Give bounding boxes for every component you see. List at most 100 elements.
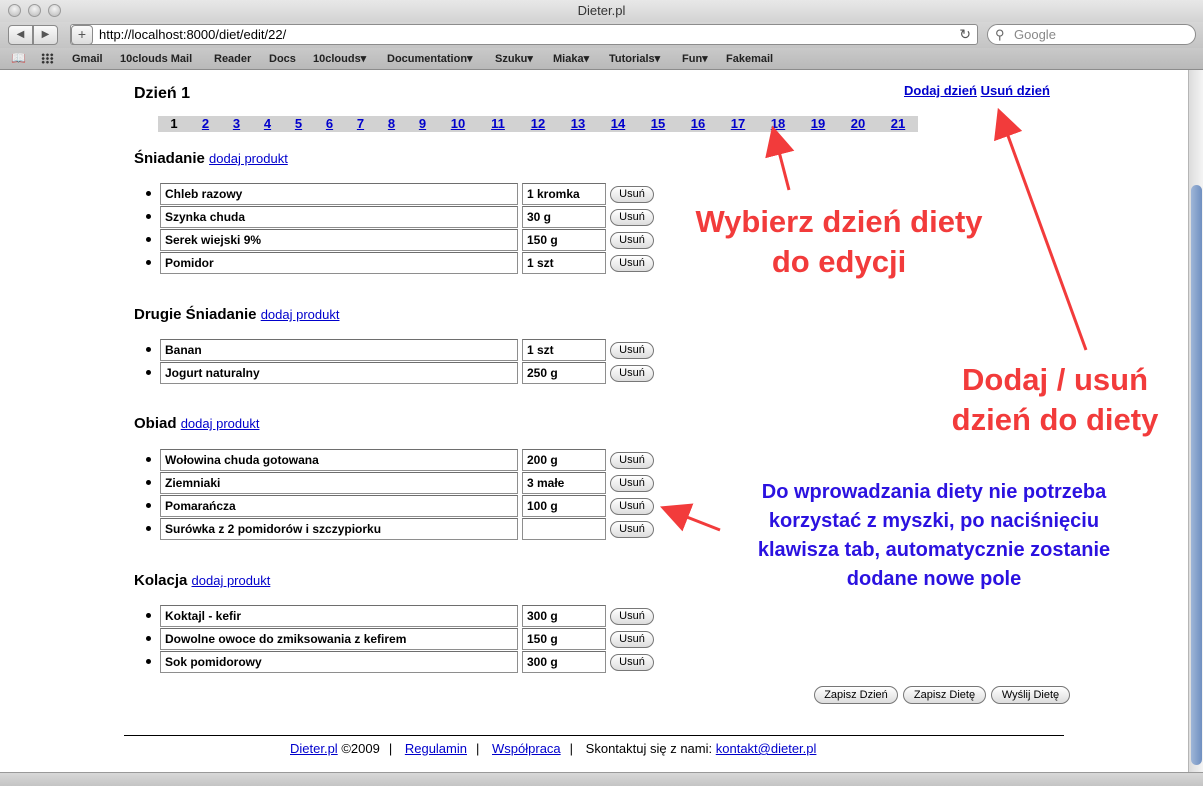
bookmark-item[interactable]: Gmail [72, 51, 103, 67]
footer-terms-link[interactable]: Regulamin [405, 741, 467, 756]
remove-product-button[interactable]: Usuń [610, 654, 654, 671]
add-product-link[interactable]: dodaj produkt [181, 416, 260, 431]
day-tab-19[interactable]: 19 [798, 116, 838, 132]
product-field[interactable]: Koktajl - kefir [160, 605, 518, 627]
product-field[interactable]: Sok pomidorowy [160, 651, 518, 673]
remove-product-button[interactable]: Usuń [610, 475, 654, 492]
save-day-button[interactable]: Zapisz Dzień [814, 686, 898, 704]
footer-contact-email-link[interactable]: kontakt@dieter.pl [716, 741, 817, 756]
add-bookmark-button[interactable]: + [71, 25, 93, 45]
day-tab-20[interactable]: 20 [838, 116, 878, 132]
back-arrow-icon: ◀ [16, 29, 25, 40]
day-tab-3[interactable]: 3 [221, 116, 252, 132]
quantity-field[interactable]: 300 g [522, 605, 606, 627]
product-field[interactable]: Wołowina chuda gotowana [160, 449, 518, 471]
day-tab-7[interactable]: 7 [345, 116, 376, 132]
day-tab-18[interactable]: 18 [758, 116, 798, 132]
quantity-field[interactable]: 250 g [522, 362, 606, 384]
bookmark-item[interactable]: Reader [214, 51, 251, 67]
add-product-link[interactable]: dodaj produkt [192, 573, 271, 588]
minimize-window-button[interactable] [28, 4, 41, 17]
quantity-field[interactable]: 300 g [522, 651, 606, 673]
add-product-link[interactable]: dodaj produkt [209, 151, 288, 166]
footer-site-link[interactable]: Dieter.pl [290, 741, 338, 756]
bookmark-item[interactable]: Fun▾ [682, 51, 708, 67]
day-tab-21[interactable]: 21 [878, 116, 918, 132]
save-diet-button[interactable]: Zapisz Dietę [903, 686, 986, 704]
add-day-link[interactable]: Dodaj dzień [904, 83, 977, 98]
back-button[interactable]: ◀ [8, 25, 33, 45]
remove-product-button[interactable]: Usuń [610, 186, 654, 203]
day-tab-5[interactable]: 5 [283, 116, 314, 132]
close-window-button[interactable] [8, 4, 21, 17]
bookmark-item[interactable]: Documentation▾ [387, 51, 473, 67]
add-product-link[interactable]: dodaj produkt [261, 307, 340, 322]
bookmark-item[interactable]: Tutorials▾ [609, 51, 660, 67]
remove-product-button[interactable]: Usuń [610, 255, 654, 272]
address-bar[interactable]: http://localhost:8000/diet/edit/22/ ↻ [70, 24, 978, 45]
product-field[interactable]: Pomidor [160, 252, 518, 274]
day-tab-11[interactable]: 11 [478, 116, 518, 132]
remove-product-button[interactable]: Usuń [610, 209, 654, 226]
bookmark-item[interactable]: 10clouds Mail [120, 51, 192, 67]
day-tab-16[interactable]: 16 [678, 116, 718, 132]
top-sites-grid-icon[interactable] [41, 53, 54, 64]
day-tab-9[interactable]: 9 [407, 116, 438, 132]
product-field[interactable]: Serek wiejski 9% [160, 229, 518, 251]
product-field[interactable]: Ziemniaki [160, 472, 518, 494]
browser-toolbar: ◀ ▶ http://localhost:8000/diet/edit/22/ … [0, 22, 1203, 48]
scrollbar-thumb[interactable] [1191, 185, 1202, 765]
quantity-field[interactable]: 1 kromka [522, 183, 606, 205]
day-tab-8[interactable]: 8 [376, 116, 407, 132]
send-diet-button[interactable]: Wyślij Dietę [991, 686, 1070, 704]
bookmark-item[interactable]: Fakemail [726, 51, 773, 67]
search-field[interactable]: ⚲ Google [987, 24, 1196, 45]
bookmark-item[interactable]: Szuku▾ [495, 51, 533, 67]
day-tab-10[interactable]: 10 [438, 116, 478, 132]
quantity-field[interactable]: 1 szt [522, 339, 606, 361]
quantity-field[interactable]: 1 szt [522, 252, 606, 274]
product-field[interactable]: Jogurt naturalny [160, 362, 518, 384]
remove-product-button[interactable]: Usuń [610, 342, 654, 359]
product-field[interactable]: Chleb razowy [160, 183, 518, 205]
forward-button[interactable]: ▶ [33, 25, 58, 45]
remove-day-link[interactable]: Usuń dzień [981, 83, 1050, 98]
day-tab-2[interactable]: 2 [190, 116, 221, 132]
product-field[interactable]: Dowolne owoce do zmiksowania z kefirem [160, 628, 518, 650]
bookmark-item[interactable]: Docs [269, 51, 296, 67]
day-tab-12[interactable]: 12 [518, 116, 558, 132]
day-tab-4[interactable]: 4 [252, 116, 283, 132]
remove-product-button[interactable]: Usuń [610, 498, 654, 515]
quantity-field[interactable]: 150 g [522, 229, 606, 251]
bookmark-item[interactable]: Miaka▾ [553, 51, 589, 67]
product-field[interactable]: Szynka chuda [160, 206, 518, 228]
remove-product-button[interactable]: Usuń [610, 521, 654, 538]
footer-cooperation-link[interactable]: Współpraca [492, 741, 561, 756]
day-tab-13[interactable]: 13 [558, 116, 598, 132]
reload-icon[interactable]: ↻ [959, 25, 971, 44]
day-tab-17[interactable]: 17 [718, 116, 758, 132]
arrow-to-day-tabs [765, 125, 795, 191]
day-tab-14[interactable]: 14 [598, 116, 638, 132]
day-tab-6[interactable]: 6 [314, 116, 345, 132]
zoom-window-button[interactable] [48, 4, 61, 17]
vertical-scrollbar[interactable] [1188, 70, 1203, 772]
quantity-field[interactable]: 30 g [522, 206, 606, 228]
book-icon[interactable]: 📖 [11, 51, 26, 65]
product-field[interactable]: Surówka z 2 pomidorów i szczypiorku [160, 518, 518, 540]
remove-product-button[interactable]: Usuń [610, 365, 654, 382]
product-field[interactable]: Pomarańcza [160, 495, 518, 517]
annotation-line: korzystać z myszki, po naciśnięciu [768, 510, 1100, 532]
product-field[interactable]: Banan [160, 339, 518, 361]
quantity-field[interactable]: 200 g [522, 449, 606, 471]
remove-product-button[interactable]: Usuń [610, 232, 654, 249]
quantity-field[interactable]: 150 g [522, 628, 606, 650]
quantity-field[interactable] [522, 518, 606, 540]
remove-product-button[interactable]: Usuń [610, 608, 654, 625]
bookmark-item[interactable]: 10clouds▾ [313, 51, 366, 67]
remove-product-button[interactable]: Usuń [610, 631, 654, 648]
day-tab-15[interactable]: 15 [638, 116, 678, 132]
quantity-field[interactable]: 100 g [522, 495, 606, 517]
quantity-field[interactable]: 3 małe [522, 472, 606, 494]
remove-product-button[interactable]: Usuń [610, 452, 654, 469]
